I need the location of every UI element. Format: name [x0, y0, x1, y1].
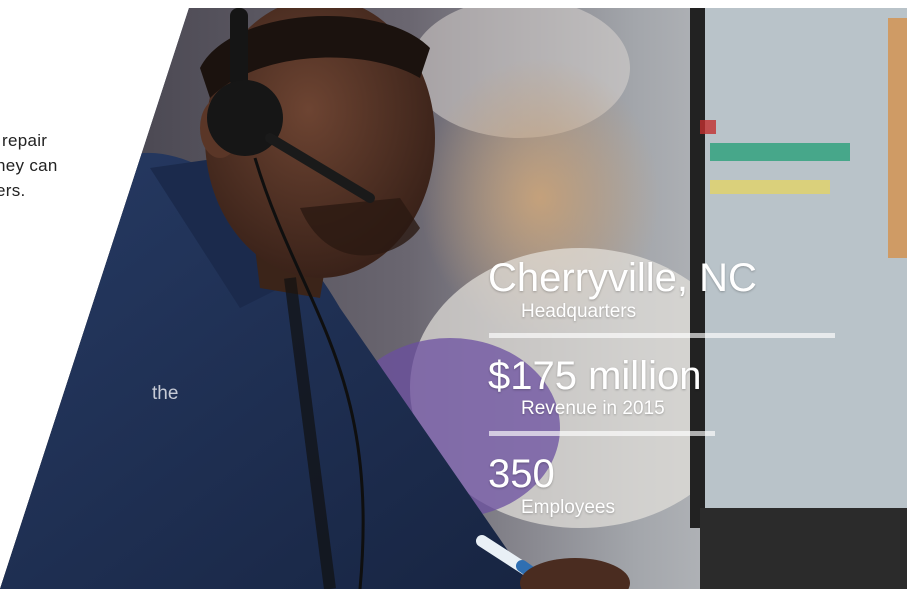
stat-value-revenue: $175 million	[488, 354, 702, 398]
stat-label-headquarters: Headquarters	[521, 301, 637, 322]
stat-divider	[489, 333, 835, 338]
stat-label-employees: Employees	[521, 497, 615, 518]
stat-value-headquarters: Cherryville, NC	[488, 256, 757, 300]
company-stats: Cherryville, NC Headquarters $175 millio…	[0, 0, 907, 589]
stat-label-revenue: Revenue in 2015	[521, 398, 665, 419]
stat-divider	[489, 431, 715, 436]
stat-value-employees: 350	[488, 452, 555, 496]
